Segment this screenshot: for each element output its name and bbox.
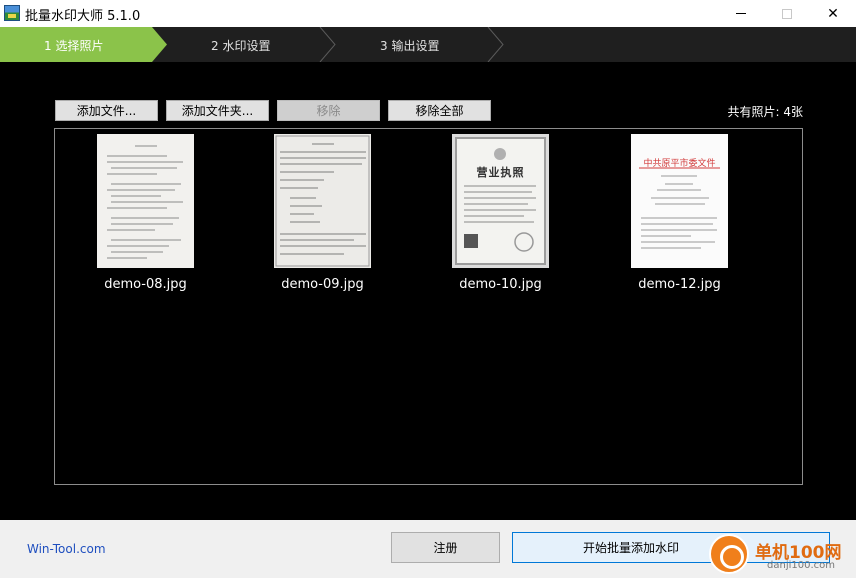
photo-filename: demo-09.jpg <box>281 277 364 292</box>
license-heading: 营业执照 <box>476 166 525 179</box>
step-3-output-settings[interactable]: 3 输出设置 <box>380 37 439 54</box>
minimize-icon <box>736 13 746 14</box>
photo-gallery[interactable]: demo-08.jpg demo-09.jpg 营业执照 demo-10.jpg… <box>54 128 803 485</box>
add-file-button[interactable]: 添加文件... <box>55 100 158 121</box>
photo-filename: demo-10.jpg <box>459 277 542 292</box>
photo-filename: demo-12.jpg <box>638 277 721 292</box>
step-3-separator <box>487 27 504 62</box>
start-watermark-label: 开始批量添加水印 <box>582 541 679 555</box>
minimize-button[interactable] <box>718 0 764 27</box>
watermark-url: danji100.com <box>767 560 835 571</box>
close-button[interactable]: ✕ <box>810 0 856 27</box>
step-2-separator <box>319 27 336 62</box>
app-icon <box>4 5 20 21</box>
step-bar: 1 选择照片 2 水印设置 3 输出设置 <box>0 27 856 62</box>
maximize-button[interactable] <box>764 0 810 27</box>
title-bar: 批量水印大师 5.1.0 ✕ <box>0 0 856 27</box>
remove-all-button[interactable]: 移除全部 <box>388 100 491 121</box>
document-red-heading: 中共原平市委文件 <box>643 159 716 169</box>
step-2-watermark-settings[interactable]: 2 水印设置 <box>211 37 270 54</box>
photo-filename: demo-08.jpg <box>104 277 187 292</box>
document-thumbnail <box>97 134 194 268</box>
watermark-logo-icon <box>709 534 749 574</box>
document-thumbnail <box>274 134 371 268</box>
site-watermark: 单机100网 danji100.com <box>705 530 856 578</box>
add-folder-button[interactable]: 添加文件夹... <box>166 100 269 121</box>
photo-count: 共有照片: 4张 <box>727 105 804 119</box>
website-link[interactable]: Win-Tool.com <box>27 542 106 556</box>
document-thumbnail: 中共原平市委文件 <box>631 134 728 268</box>
step-1-select-photos[interactable]: 1 选择照片 <box>44 37 103 54</box>
maximize-icon <box>782 8 792 19</box>
window-title: 批量水印大师 5.1.0 <box>25 9 141 24</box>
license-thumbnail: 营业执照 <box>452 134 549 268</box>
close-icon: ✕ <box>827 5 839 22</box>
remove-button[interactable]: 移除 <box>277 100 380 121</box>
register-button[interactable]: 注册 <box>391 532 500 563</box>
